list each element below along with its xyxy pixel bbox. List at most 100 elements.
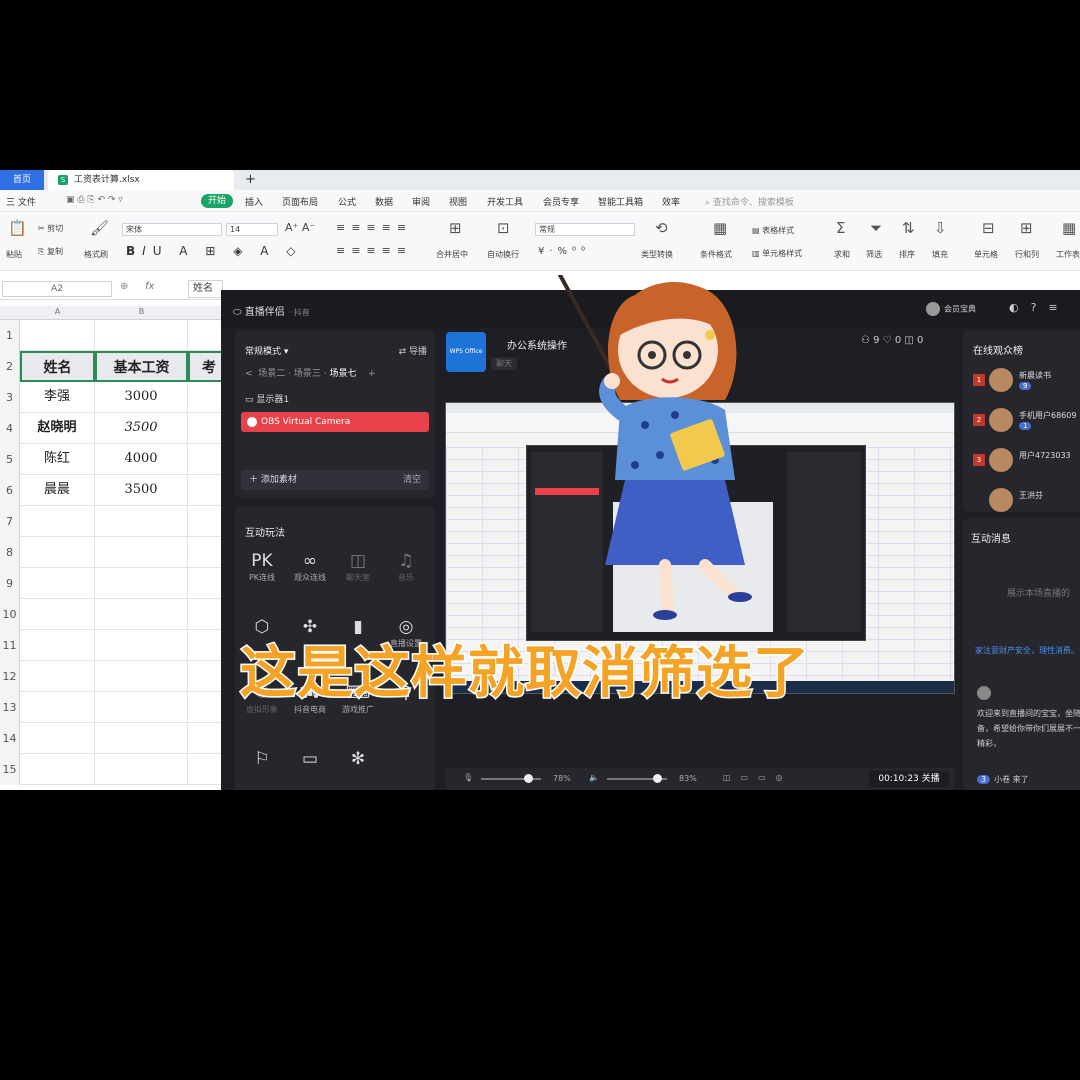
- rank-row[interactable]: 1 新晨读书 9: [973, 368, 1080, 396]
- merge-button[interactable]: 合并居中: [436, 249, 468, 260]
- menu-view[interactable]: 视图: [449, 195, 467, 208]
- add-scene-icon[interactable]: +: [368, 369, 376, 379]
- room-cover-icon[interactable]: WPS Office: [446, 332, 486, 372]
- table-cell[interactable]: 3500: [95, 475, 188, 506]
- row-header[interactable]: 6: [0, 475, 20, 506]
- formula-input[interactable]: 姓名: [188, 280, 223, 298]
- row-header[interactable]: 1: [0, 320, 20, 351]
- menu-dev-tools[interactable]: 开发工具: [487, 195, 523, 208]
- tool-button[interactable]: ♫ 音乐: [383, 550, 429, 583]
- cell-reference-box[interactable]: A2: [2, 281, 112, 297]
- rank-row[interactable]: 王洪芬: [973, 488, 1080, 516]
- user-account[interactable]: 会员宝典: [926, 302, 976, 316]
- cell-icon[interactable]: ⊟: [982, 219, 995, 237]
- row-header[interactable]: 11: [0, 630, 20, 661]
- menu-formula[interactable]: 公式: [338, 195, 356, 208]
- rank-row[interactable]: 2 手机用户68609 1: [973, 408, 1080, 436]
- font-style-buttons[interactable]: BIU A ⊞ ◈ A ◇: [126, 244, 303, 258]
- tool-button[interactable]: ✻: [335, 748, 381, 770]
- menu-smart-tools[interactable]: 智能工具箱: [598, 195, 643, 208]
- menu-review[interactable]: 审阅: [412, 195, 430, 208]
- table-cell[interactable]: [20, 537, 95, 568]
- filter-button[interactable]: 筛选: [866, 249, 882, 260]
- table-cell[interactable]: [20, 568, 95, 599]
- zoom-icon[interactable]: ⊕: [120, 281, 128, 292]
- rowcol-icon[interactable]: ⊞: [1020, 219, 1033, 237]
- table-cell[interactable]: 3500: [95, 413, 188, 444]
- menu-efficiency[interactable]: 效率: [662, 195, 680, 208]
- mic-slider-knob[interactable]: [523, 774, 533, 783]
- scene-tab-2[interactable]: 场景二: [258, 369, 285, 379]
- clear-button[interactable]: 清空: [403, 470, 421, 490]
- table-cell[interactable]: 4000: [95, 444, 188, 475]
- font-select[interactable]: 宋体: [122, 223, 222, 236]
- worksheet-button[interactable]: 工作表: [1056, 249, 1080, 260]
- source-monitor[interactable]: ▭ 显示器1: [245, 392, 289, 405]
- row-header[interactable]: 2: [0, 351, 20, 382]
- table-cell[interactable]: 陈红: [20, 444, 95, 475]
- fx-icon[interactable]: fx: [145, 281, 154, 292]
- menu-page-layout[interactable]: 页面布局: [282, 195, 318, 208]
- table-cell[interactable]: [20, 723, 95, 754]
- row-header[interactable]: 12: [0, 661, 20, 692]
- scene-tab-7[interactable]: 场景七: [329, 369, 356, 379]
- new-tab-icon[interactable]: +: [245, 170, 256, 190]
- table-style-button[interactable]: ▤ 表格样式: [752, 225, 794, 236]
- menu-home[interactable]: 开始: [201, 194, 233, 208]
- font-size-select[interactable]: 14: [226, 223, 278, 236]
- number-format-select[interactable]: 常规: [535, 223, 635, 236]
- table-header-cell[interactable]: 基本工资: [95, 351, 188, 382]
- menu-member[interactable]: 会员专享: [543, 195, 579, 208]
- sort-button[interactable]: 排序: [899, 249, 915, 260]
- table-cell[interactable]: [95, 537, 188, 568]
- fill-button[interactable]: 填充: [932, 249, 948, 260]
- table-cell[interactable]: 李强: [20, 382, 95, 413]
- row-header[interactable]: 9: [0, 568, 20, 599]
- cut-button[interactable]: ✂ 剪切: [38, 223, 63, 234]
- table-cell[interactable]: [95, 599, 188, 630]
- conditional-format-button[interactable]: 条件格式: [700, 249, 732, 260]
- menu-insert[interactable]: 插入: [245, 195, 263, 208]
- table-cell[interactable]: [20, 692, 95, 723]
- table-cell[interactable]: [95, 630, 188, 661]
- type-convert-icon[interactable]: ⟲: [655, 219, 668, 237]
- table-cell[interactable]: 赵晓明: [20, 413, 95, 444]
- font-grow-icon[interactable]: A⁺ A⁻: [285, 221, 315, 234]
- row-header[interactable]: 15: [0, 754, 20, 785]
- table-cell[interactable]: [20, 599, 95, 630]
- row-header[interactable]: 13: [0, 692, 20, 723]
- tool-button[interactable]: ⚐: [239, 748, 285, 770]
- command-search[interactable]: ⌕ 查找命令、搜索模板: [705, 195, 794, 208]
- table-cell[interactable]: [20, 320, 95, 351]
- sort-icon[interactable]: ⇅: [902, 219, 915, 237]
- table-cell[interactable]: [95, 661, 188, 692]
- source-obs-camera[interactable]: OBS Virtual Camera: [241, 412, 429, 432]
- worksheet-icon[interactable]: ▦: [1062, 219, 1076, 237]
- stop-live-button[interactable]: 00:10:23 关播: [869, 771, 949, 787]
- paste-icon[interactable]: 📋: [8, 219, 27, 237]
- scene-mode-select[interactable]: 常规模式 ▾: [245, 344, 288, 357]
- number-format-buttons[interactable]: ¥·%⁰⁰: [538, 246, 590, 257]
- control-icons[interactable]: ◫▭▭◎: [723, 773, 793, 782]
- table-cell[interactable]: [20, 506, 95, 537]
- column-header-b[interactable]: B: [95, 307, 188, 316]
- row-header[interactable]: 4: [0, 413, 20, 444]
- speaker-icon[interactable]: 🔈: [589, 773, 599, 782]
- table-cell[interactable]: 3000: [95, 382, 188, 413]
- wrap-button[interactable]: 自动换行: [487, 249, 519, 260]
- align-bottom-icons[interactable]: ≡≡≡≡≡: [336, 244, 412, 257]
- table-cell[interactable]: [95, 692, 188, 723]
- cell-button[interactable]: 单元格: [974, 249, 998, 260]
- row-header[interactable]: 5: [0, 444, 20, 475]
- window-controls[interactable]: ◐?≡: [1009, 301, 1070, 314]
- menu-data[interactable]: 数据: [375, 195, 393, 208]
- table-cell[interactable]: 晨晨: [20, 475, 95, 506]
- row-header[interactable]: 7: [0, 506, 20, 537]
- column-header-a[interactable]: A: [20, 307, 95, 316]
- table-cell[interactable]: [95, 568, 188, 599]
- fill-icon[interactable]: ⇩: [934, 219, 947, 237]
- table-cell[interactable]: [95, 506, 188, 537]
- cell-style-button[interactable]: ▥ 单元格样式: [752, 248, 802, 259]
- table-cell[interactable]: [20, 630, 95, 661]
- paste-button[interactable]: 粘贴: [6, 249, 22, 260]
